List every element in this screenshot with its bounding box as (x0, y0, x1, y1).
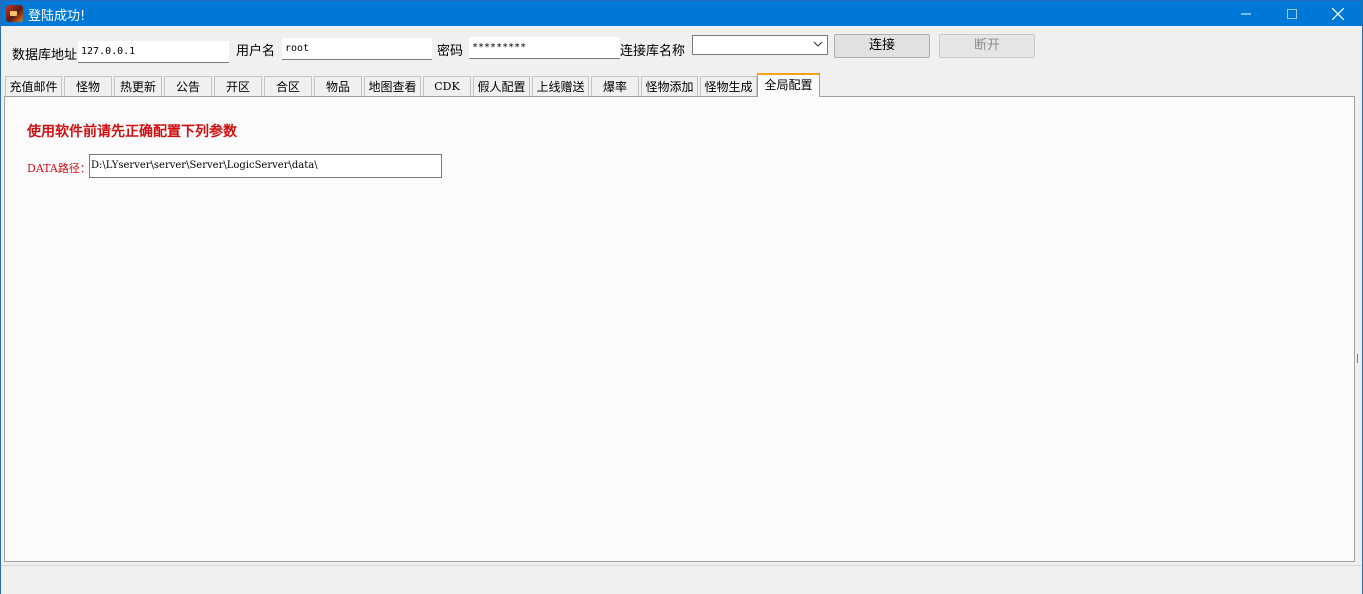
password-label: 密码 (437, 44, 464, 59)
data-path-field[interactable]: D:\LYserver\server\Server\LogicServer\da… (89, 154, 442, 178)
tab-login-gift[interactable]: 上线赠送 (532, 76, 589, 97)
app-window: 登陆成功! 数据库地址 127.0.0.1 用户名 root 密码 ******… (0, 0, 1363, 594)
tab-monster[interactable]: 怪物 (64, 76, 112, 97)
connect-button[interactable]: 连接 (834, 34, 930, 58)
tab-global-config[interactable]: 全局配置 (757, 73, 820, 97)
status-bar (1, 565, 1362, 594)
db-name-label: 连接库名称 (620, 44, 686, 59)
username-label: 用户名 (236, 44, 276, 59)
tab-hot-update[interactable]: 热更新 (114, 76, 162, 97)
tab-monster-spawn[interactable]: 怪物生成 (700, 76, 757, 97)
tab-recharge-mail[interactable]: 充值邮件 (5, 76, 62, 97)
tab-open-server[interactable]: 开区 (214, 76, 262, 97)
tab-map-view[interactable]: 地图查看 (364, 76, 421, 97)
db-address-field[interactable]: 127.0.0.1 (78, 41, 229, 63)
close-icon (1332, 7, 1344, 20)
global-config-panel: 使用软件前请先正确配置下列参数 DATA路径： D:\LYserver\serv… (4, 96, 1355, 562)
chevron-down-icon (813, 41, 823, 47)
window-title: 登陆成功! (28, 9, 86, 24)
db-address-label: 数据库地址 (12, 48, 78, 63)
disconnect-button[interactable]: 断开 (939, 34, 1035, 58)
close-button[interactable] (1315, 1, 1361, 26)
data-path-label: DATA路径： (27, 162, 91, 175)
password-field[interactable]: ********* (469, 37, 620, 59)
db-name-select[interactable] (692, 35, 828, 55)
tab-cdk[interactable]: CDK (423, 76, 471, 97)
config-notice: 使用软件前请先正确配置下列参数 (27, 124, 237, 140)
app-game-icon (6, 5, 23, 22)
maximize-button[interactable] (1269, 1, 1315, 26)
tab-merge-server[interactable]: 合区 (264, 76, 312, 97)
tab-monster-add[interactable]: 怪物添加 (641, 76, 698, 97)
minimize-button[interactable] (1223, 1, 1269, 26)
username-field[interactable]: root (282, 38, 432, 60)
splitter-grip[interactable] (1357, 354, 1362, 363)
maximize-icon (1287, 8, 1297, 19)
minimize-icon (1241, 13, 1251, 14)
tab-drop-rate[interactable]: 爆率 (591, 76, 639, 97)
title-bar[interactable]: 登陆成功! (1, 1, 1362, 26)
tab-items[interactable]: 物品 (314, 76, 362, 97)
tab-bot-config[interactable]: 假人配置 (473, 76, 530, 97)
tab-announcement[interactable]: 公告 (164, 76, 212, 97)
